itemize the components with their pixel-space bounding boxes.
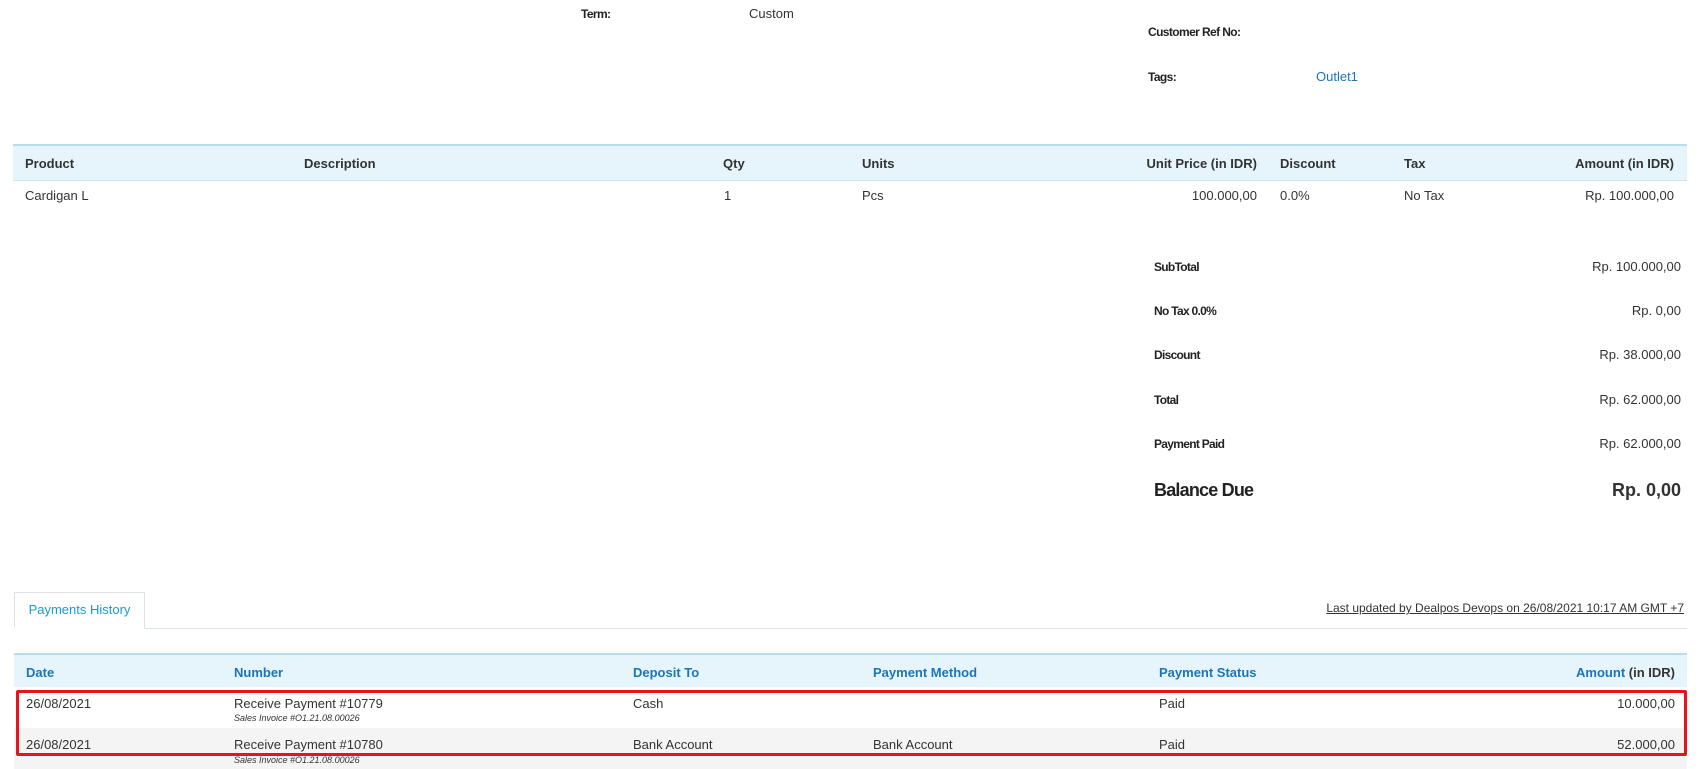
tax-value: Rp. 0,00 [1631,303,1681,318]
term-value: Custom [749,6,794,21]
col-amount-group: Amount (in IDR) [1576,665,1675,680]
payment-amount: 10.000,00 [1617,696,1675,711]
payment-paid-label: Payment Paid [1154,437,1225,451]
col-amount: Amount [1576,665,1626,680]
payment-row: 26/08/2021 Receive Payment #10780 Sales … [14,728,1687,769]
col-units: Units [862,156,895,171]
product-qty: 1 [724,188,732,203]
product-amount: Rp. 100.000,00 [1585,188,1674,203]
tab-divider [14,628,1687,629]
last-updated-link[interactable]: Last updated by Dealpos Devops on 26/08/… [1326,601,1684,615]
customer-ref-label: Customer Ref No: [1148,25,1241,39]
col-discount: Discount [1280,156,1336,171]
tags-label: Tags: [1148,70,1177,84]
col-amount: Amount (in IDR) [1575,156,1674,171]
col-product: Product [25,156,75,171]
product-table-header: Product Description Qty Units Unit Price… [13,144,1687,181]
col-tax: Tax [1404,156,1426,171]
term-label: Term: [581,7,611,21]
product-tax: No Tax [1404,188,1445,203]
product-discount: 0.0% [1280,188,1310,203]
payment-date: 26/08/2021 [26,737,92,752]
payment-invoice-ref: Sales Invoice #O1.21.08.00026 [234,713,360,723]
product-link[interactable]: Cardigan L [25,188,89,203]
discount-value: Rp. 38.000,00 [1599,347,1681,362]
total-label: Total [1154,393,1179,407]
product-unit-price: 100.000,00 [1191,188,1257,203]
payment-row: 26/08/2021 Receive Payment #10779 Sales … [14,687,1687,728]
subtotal-label: SubTotal [1154,260,1200,274]
col-number: Number [234,665,284,680]
col-payment-method: Payment Method [873,665,978,680]
col-amount-unit: (in IDR) [1628,665,1675,680]
balance-due-label: Balance Due [1154,480,1254,500]
payment-method: Bank Account [873,737,953,752]
total-value: Rp. 62.000,00 [1599,392,1681,407]
payment-number-link[interactable]: Receive Payment #10780 [234,737,383,752]
payment-number-link[interactable]: Receive Payment #10779 [234,696,383,711]
balance-due-value: Rp. 0,00 [1611,480,1681,500]
product-units: Pcs [862,188,884,203]
subtotal-value: Rp. 100.000,00 [1592,259,1681,274]
col-qty: Qty [723,156,745,171]
tax-label: No Tax 0.0% [1154,304,1217,318]
col-payment-status: Payment Status [1159,665,1257,680]
payment-invoice-ref: Sales Invoice #O1.21.08.00026 [234,755,360,765]
payment-date: 26/08/2021 [26,696,92,711]
col-deposit-to: Deposit To [633,665,700,680]
tag-outlet-link[interactable]: Outlet1 [1316,69,1358,84]
col-date: Date [26,665,55,680]
tab-payments-history[interactable]: Payments History [14,592,145,629]
payment-status: Paid [1159,696,1186,711]
payments-table: Date Number Deposit To Payment Method Pa… [14,653,1687,769]
product-table: Product Description Qty Units Unit Price… [13,144,1687,209]
product-row: Cardigan L 1 Pcs 100.000,00 0.0% No Tax … [13,181,1687,209]
discount-label: Discount [1154,348,1200,362]
payments-table-header: Date Number Deposit To Payment Method Pa… [14,653,1687,687]
payment-paid-value: Rp. 62.000,00 [1599,436,1681,451]
payment-amount: 52.000,00 [1617,737,1675,752]
col-description: Description [304,156,376,171]
payment-status: Paid [1159,737,1186,752]
deposit-to-link[interactable]: Bank Account [633,737,713,752]
col-unit-price: Unit Price (in IDR) [1146,156,1257,171]
deposit-to-link[interactable]: Cash [633,696,663,711]
